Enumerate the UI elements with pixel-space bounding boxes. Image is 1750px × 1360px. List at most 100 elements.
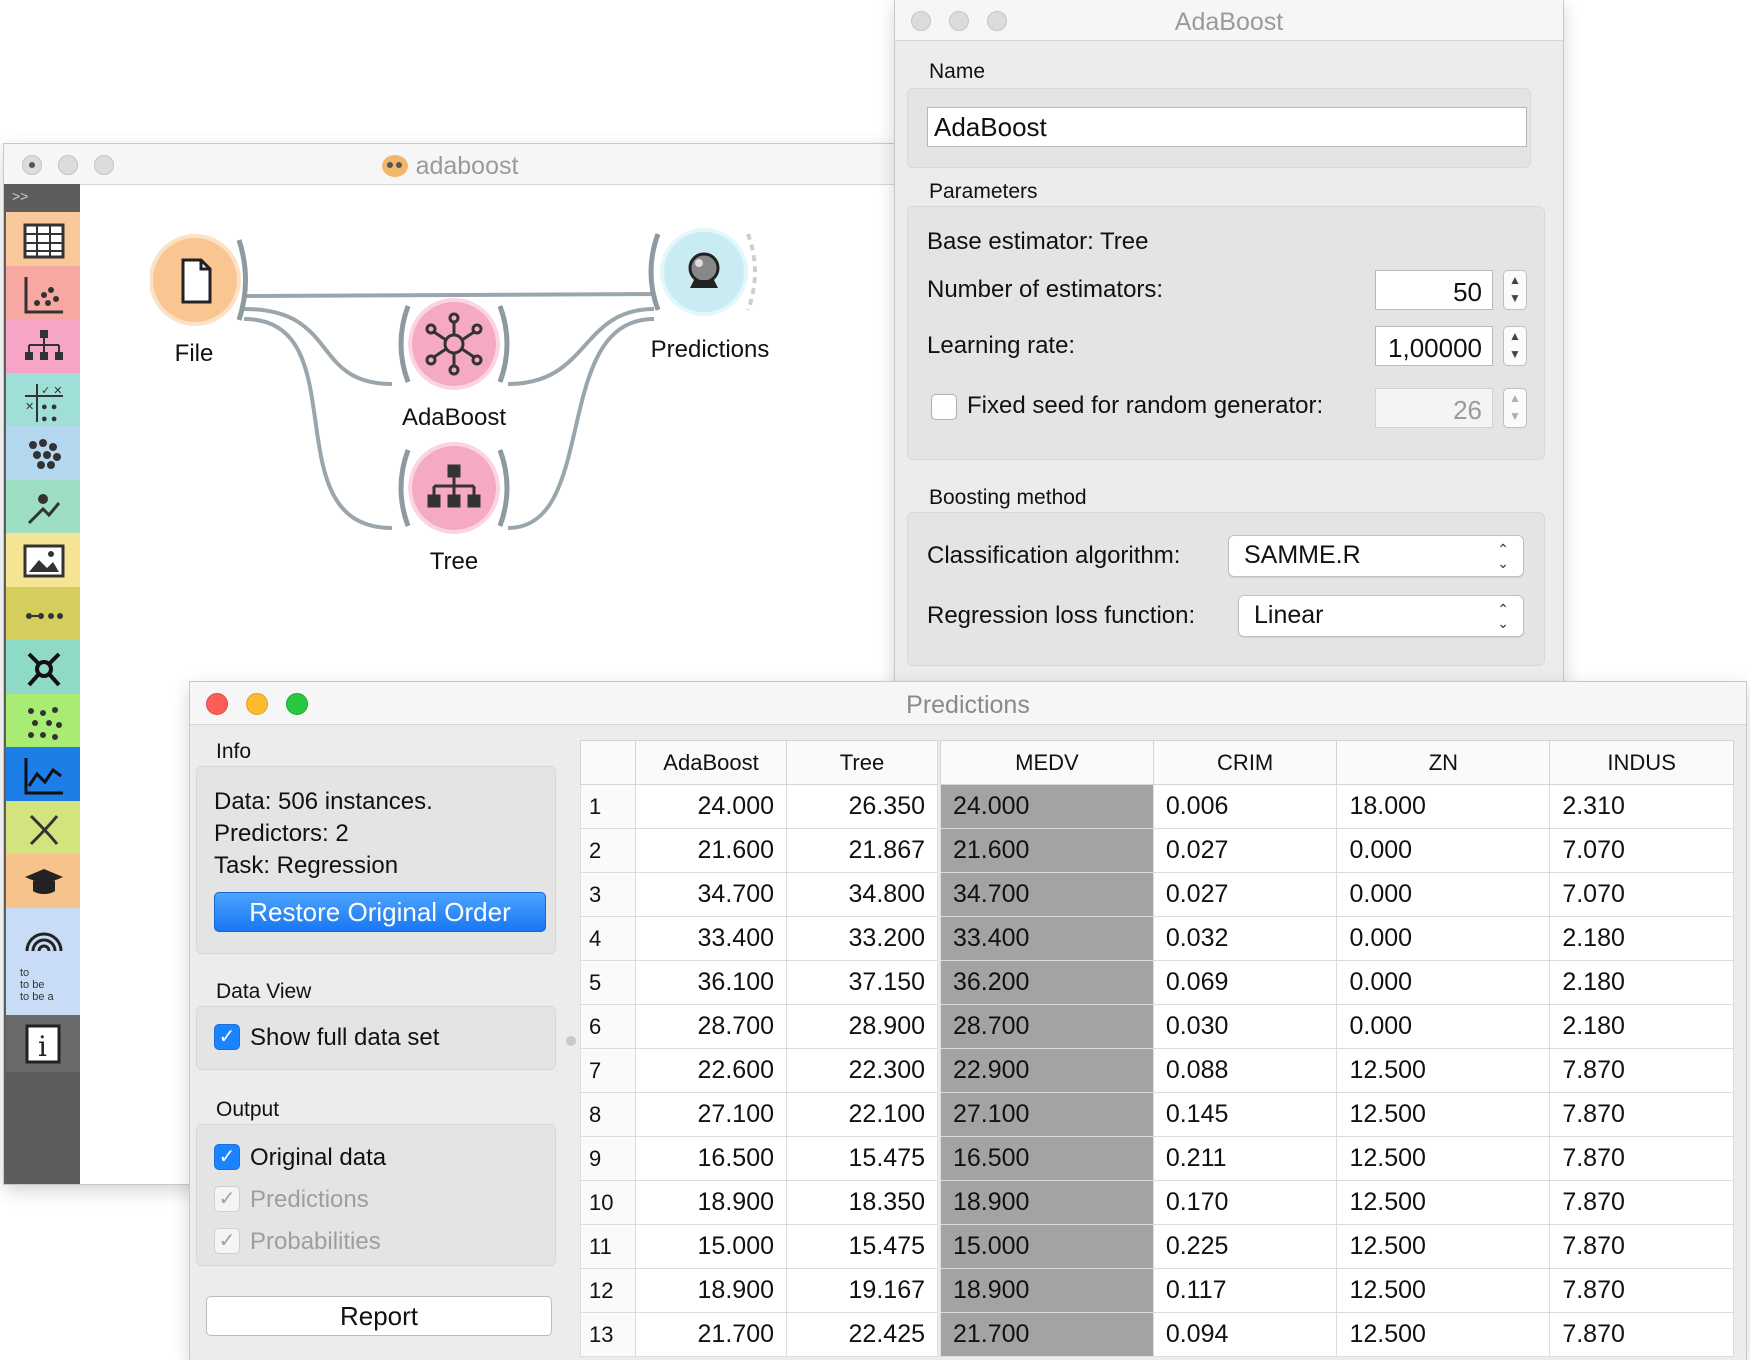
table-row[interactable]: 2 21.600 21.867 [580,828,938,873]
crim-cell[interactable]: 0.069 [1152,960,1338,1005]
medv-cell[interactable]: 33.400 [940,916,1154,961]
adaboost-cell[interactable]: 27.100 [635,1092,787,1137]
column-header[interactable]: MEDV [940,740,1154,785]
toolbox-category-som-icon[interactable] [6,693,80,752]
table-row[interactable]: 36.200 0.069 0.000 2.180 [940,960,1734,1005]
link-file-tree[interactable] [243,317,393,530]
zn-cell[interactable]: 18.000 [1336,784,1551,829]
zn-cell[interactable]: 12.500 [1336,1180,1551,1225]
crim-cell[interactable]: 0.030 [1152,1004,1338,1049]
splitter-handle[interactable] [566,1036,576,1046]
indus-cell[interactable]: 7.070 [1549,828,1734,873]
toolbox-category-mds-icon[interactable] [6,479,80,538]
tree-cell[interactable]: 15.475 [786,1224,938,1269]
predictions-checkbox[interactable]: ✓ [214,1186,240,1212]
crim-cell[interactable]: 0.145 [1152,1092,1338,1137]
data-table[interactable]: MEDV CRIM ZN INDUS 24.000 0.006 18.000 2.31… [940,740,1734,1357]
zn-cell[interactable]: 12.500 [1336,1224,1551,1269]
toolbox-category-education-icon[interactable] [6,854,80,912]
table-row[interactable]: 18.900 0.117 12.500 7.870 [940,1268,1734,1313]
tree-cell[interactable]: 22.425 [786,1312,938,1357]
medv-cell[interactable]: 15.000 [940,1224,1154,1269]
table-row[interactable]: 10 18.900 18.350 [580,1180,938,1225]
zn-cell[interactable]: 12.500 [1336,1136,1551,1181]
table-row[interactable]: 3 34.700 34.800 [580,872,938,917]
predictions-table[interactable]: AdaBoost Tree 1 24.000 26.350 2 21.600 21.867… [580,740,938,1357]
crim-cell[interactable]: 0.027 [1152,872,1338,917]
tree-cell[interactable]: 37.150 [786,960,938,1005]
indus-cell[interactable]: 7.870 [1549,1136,1734,1181]
table-row[interactable]: 12 18.900 19.167 [580,1268,938,1313]
zn-cell[interactable]: 0.000 [1336,916,1551,961]
adaboost-cell[interactable]: 16.500 [635,1136,787,1181]
table-row[interactable]: 8 27.100 22.100 [580,1092,938,1137]
column-header[interactable]: AdaBoost [635,740,787,785]
indus-cell[interactable]: 7.870 [1549,1224,1734,1269]
table-row[interactable]: 18.900 0.170 12.500 7.870 [940,1180,1734,1225]
adaboost-cell[interactable]: 24.000 [635,784,787,829]
predictions-node[interactable] [644,224,764,324]
adaboost-cell[interactable]: 36.100 [635,960,787,1005]
column-header[interactable]: ZN [1336,740,1551,785]
learning-rate-stepper[interactable]: ▲ ▼ [1503,326,1527,366]
table-row[interactable]: 1 24.000 26.350 [580,784,938,829]
adaboost-node[interactable] [394,296,514,396]
medv-cell[interactable]: 28.700 [940,1004,1154,1049]
regression-loss-select[interactable]: Linear ⌃ ⌄ [1238,595,1524,637]
table-row[interactable]: 27.100 0.145 12.500 7.870 [940,1092,1734,1137]
learning-rate-spinbox[interactable]: 1,00000 [1375,326,1493,366]
tree-cell[interactable]: 22.300 [786,1048,938,1093]
fixed-seed-spinbox[interactable]: 26 [1375,388,1493,428]
table-row[interactable]: 7 22.600 22.300 [580,1048,938,1093]
crim-cell[interactable]: 0.117 [1152,1268,1338,1313]
indus-cell[interactable]: 2.180 [1549,916,1734,961]
classification-algorithm-select[interactable]: SAMME.R ⌃ ⌄ [1228,535,1524,577]
crim-cell[interactable]: 0.211 [1152,1136,1338,1181]
tree-cell[interactable]: 34.800 [786,872,938,917]
adaboost-cell[interactable]: 18.900 [635,1268,787,1313]
column-header[interactable]: CRIM [1152,740,1338,785]
crim-cell[interactable]: 0.032 [1152,916,1338,961]
table-row[interactable]: 4 33.400 33.200 [580,916,938,961]
zn-cell[interactable]: 12.500 [1336,1312,1551,1357]
adaboost-cell[interactable]: 21.700 [635,1312,787,1357]
zn-cell[interactable]: 12.500 [1336,1268,1551,1313]
adaboost-cell[interactable]: 21.600 [635,828,787,873]
medv-cell[interactable]: 22.900 [940,1048,1154,1093]
table-row[interactable]: 9 16.500 15.475 [580,1136,938,1181]
medv-cell[interactable]: 27.100 [940,1092,1154,1137]
link-adaboost-predictions[interactable] [507,307,655,386]
toolbox-category-line-chart-icon[interactable] [6,747,80,805]
tree-cell[interactable]: 21.867 [786,828,938,873]
restore-original-order-button[interactable]: Restore Original Order [214,892,546,932]
fixed-seed-stepper[interactable]: ▲ ▼ [1503,388,1527,428]
show-full-data-checkbox[interactable]: ✓ [214,1024,240,1050]
tree-cell[interactable]: 26.350 [786,784,938,829]
n-estimators-stepper[interactable]: ▲ ▼ [1503,270,1527,310]
toolbox-category-scatter-plot-icon[interactable] [6,265,80,324]
tree-cell[interactable]: 33.200 [786,916,938,961]
medv-cell[interactable]: 16.500 [940,1136,1154,1181]
crim-cell[interactable]: 0.170 [1152,1180,1338,1225]
indus-cell[interactable]: 7.870 [1549,1268,1734,1313]
indus-cell[interactable]: 7.870 [1549,1048,1734,1093]
indus-cell[interactable]: 2.310 [1549,784,1734,829]
zn-cell[interactable]: 0.000 [1336,1004,1551,1049]
zn-cell[interactable]: 0.000 [1336,828,1551,873]
table-row[interactable]: 15.000 0.225 12.500 7.870 [940,1224,1734,1269]
toolbox-category-info-icon[interactable]: i [6,1014,80,1073]
toolbox-category-geo-icon[interactable] [6,907,80,966]
zn-cell[interactable]: 0.000 [1336,872,1551,917]
adaboost-cell[interactable]: 33.400 [635,916,787,961]
toolbox-category-line-icon[interactable] [6,586,80,645]
tree-cell[interactable]: 19.167 [786,1268,938,1313]
medv-cell[interactable]: 18.900 [940,1180,1154,1225]
table-row[interactable]: 34.700 0.027 0.000 7.070 [940,872,1734,917]
zn-cell[interactable]: 0.000 [1336,960,1551,1005]
original-data-checkbox[interactable]: ✓ [214,1144,240,1170]
zn-cell[interactable]: 12.500 [1336,1092,1551,1137]
indus-cell[interactable]: 7.870 [1549,1312,1734,1357]
table-row[interactable]: 6 28.700 28.900 [580,1004,938,1049]
medv-cell[interactable]: 18.900 [940,1268,1154,1313]
table-row[interactable]: 24.000 0.006 18.000 2.310 [940,784,1734,829]
